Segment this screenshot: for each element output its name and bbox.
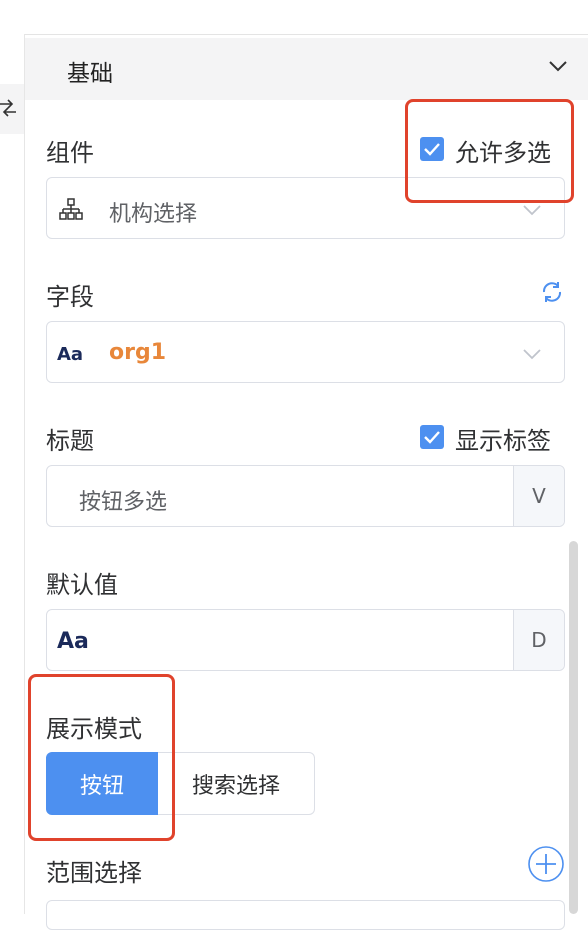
title-value: 按钮多选 — [79, 490, 168, 515]
default-value-label: 默认值 — [46, 571, 118, 599]
section-header-basic[interactable]: 基础 — [25, 38, 588, 100]
display-mode-search-option[interactable]: 搜索选择 — [158, 752, 315, 815]
field-label: 字段 — [46, 283, 94, 311]
show-label-label: 显示标签 — [455, 427, 551, 455]
highlight-box-allow-multi — [405, 99, 574, 203]
range-select[interactable] — [46, 900, 565, 930]
variable-suffix-button[interactable]: V — [513, 466, 564, 526]
swap-button[interactable] — [0, 84, 24, 134]
field-value: org1 — [109, 340, 167, 365]
highlight-box-display-mode — [28, 674, 175, 841]
left-tool-strip — [0, 34, 25, 914]
range-label: 范围选择 — [46, 859, 142, 887]
component-value: 机构选择 — [109, 202, 198, 227]
component-label: 组件 — [46, 139, 94, 167]
title-input[interactable]: 按钮多选 V — [46, 465, 565, 527]
org-tree-icon — [59, 198, 83, 220]
chevron-down-icon — [549, 61, 567, 72]
default-suffix-button[interactable]: D — [513, 610, 564, 670]
top-panel — [0, 0, 588, 35]
chevron-down-icon — [523, 349, 541, 360]
scrollbar[interactable] — [569, 541, 578, 914]
default-value-input[interactable]: Aa D — [46, 609, 565, 671]
chevron-down-icon — [523, 205, 541, 216]
show-label-checkbox[interactable] — [420, 425, 444, 449]
plus-circle-icon[interactable] — [527, 845, 565, 883]
title-label: 标题 — [46, 427, 94, 455]
swap-icon — [0, 99, 16, 117]
field-select[interactable]: Aa org1 — [46, 321, 565, 383]
section-title: 基础 — [67, 61, 113, 87]
check-icon — [424, 431, 440, 444]
text-type-icon: Aa — [57, 629, 89, 654]
text-type-icon: Aa — [57, 344, 84, 365]
refresh-icon[interactable] — [540, 280, 564, 304]
